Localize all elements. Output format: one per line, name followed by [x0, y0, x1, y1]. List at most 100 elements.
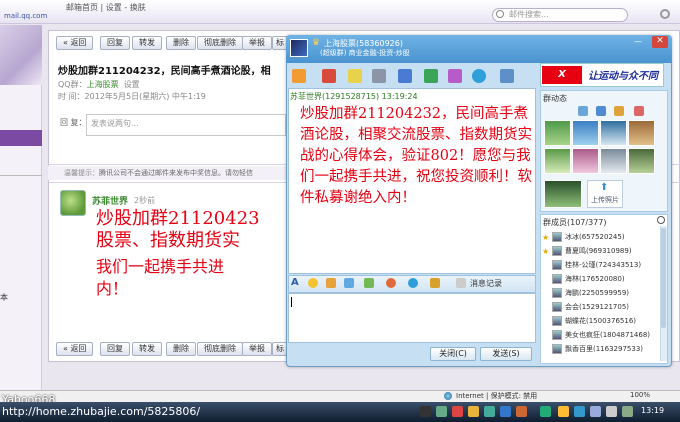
tray-icon[interactable] [500, 406, 511, 417]
list-item[interactable]: 美女也疯狂(1804871468) [552, 330, 668, 343]
close-icon[interactable]: ✕ [652, 36, 668, 48]
mail-search-input[interactable]: 邮件搜索... [492, 8, 628, 22]
tray-icon[interactable] [540, 406, 551, 417]
avatar[interactable] [60, 190, 86, 216]
forward-button[interactable]: 转发 [132, 36, 162, 50]
qq-tray-icon[interactable] [558, 406, 569, 417]
overlay-url: http://home.zhubajie.com/5825806/ [2, 405, 201, 418]
mail-body-line: 我们一起携手共进 [96, 257, 225, 276]
music-share-icon[interactable] [386, 278, 396, 288]
tray-icon[interactable] [436, 406, 447, 417]
message-history-button[interactable]: 消息记录 [470, 278, 502, 289]
report-button[interactable]: 举报 [242, 36, 272, 50]
minimize-icon[interactable]: — [634, 37, 644, 46]
mail-time-row: 时 间：2012年5月5日(星期六) 中午1:19 [58, 91, 206, 102]
chat-input[interactable] [288, 293, 536, 343]
message-sender[interactable]: 苏菲世界 [92, 194, 128, 207]
photo-thumbnail[interactable] [600, 120, 627, 146]
image-icon[interactable] [364, 278, 374, 288]
avatar [552, 288, 562, 298]
photo-thumbnail[interactable] [600, 148, 627, 174]
delete-forever-button[interactable]: 彻底删除 [197, 342, 243, 356]
avatar [552, 232, 562, 242]
report-button[interactable]: 举报 [242, 342, 272, 356]
list-icon[interactable] [578, 106, 588, 116]
sender-settings-link[interactable]: 设置 [124, 80, 140, 89]
mail-top-links[interactable]: 邮箱首页 | 设置 - 换肤 [66, 2, 146, 13]
upload-arrow-icon: ⬆ [600, 182, 609, 193]
back-button[interactable]: « 返回 [56, 342, 94, 356]
network-icon[interactable] [590, 406, 601, 417]
qq-s-icon[interactable] [472, 69, 486, 83]
photo-thumbnail[interactable] [572, 120, 599, 146]
share-icon[interactable] [398, 69, 412, 83]
list-item[interactable]: 冰冰(657520245) [552, 232, 668, 245]
gift-icon[interactable] [430, 278, 440, 288]
reply-button[interactable]: 回复 [100, 36, 130, 50]
list-item[interactable]: 曹夏鸣(969310989) [552, 246, 668, 259]
gear-icon[interactable] [660, 9, 670, 19]
photo-thumbnail[interactable] [628, 148, 655, 174]
list-item[interactable]: 蝴蝶花(1500376516) [552, 316, 668, 329]
photo-thumbnail[interactable] [572, 148, 599, 174]
tray-icon[interactable] [468, 406, 479, 417]
search-icon[interactable] [657, 216, 665, 224]
photo-thumbnail[interactable] [544, 148, 571, 174]
app-icon[interactable] [424, 69, 438, 83]
list-item[interactable]: 会会(1529121705) [552, 302, 668, 315]
quick-reply-input[interactable]: 发表说两句... [86, 114, 286, 136]
list-item[interactable]: 海鹏(2250599959) [552, 288, 668, 301]
security-zone[interactable]: Internet | 保护模式: 禁用 [456, 391, 537, 401]
warning-text: 腾讯公司不会通过邮件来发布中奖信息。请勿轻信 [99, 169, 253, 177]
avatar [552, 344, 562, 354]
scrollbar-thumb[interactable] [661, 228, 666, 328]
volume-icon[interactable] [606, 406, 617, 417]
reply-button[interactable]: 回复 [100, 342, 130, 356]
arrow-icon[interactable] [420, 406, 431, 417]
magic-icon[interactable] [326, 278, 336, 288]
clock[interactable]: 13:19 [641, 406, 664, 415]
admin-star-icon: ★ [542, 247, 550, 256]
more-icon[interactable] [500, 69, 514, 83]
photo-thumbnail[interactable] [544, 180, 582, 208]
list-item[interactable]: 海林(176520080) [552, 274, 668, 287]
message-time: 2秒前 [134, 196, 156, 205]
more-icon[interactable] [456, 278, 466, 288]
gift-icon[interactable] [322, 69, 336, 83]
files-icon[interactable] [348, 69, 362, 83]
board-icon[interactable] [372, 69, 386, 83]
list-item[interactable]: 飘香百里(1163297533) [552, 344, 668, 357]
close-button[interactable]: 关闭(C) [430, 347, 476, 361]
delete-forever-button[interactable]: 彻底删除 [197, 36, 243, 50]
emoji-icon[interactable] [308, 278, 318, 288]
tray-icon[interactable] [484, 406, 495, 417]
music-icon[interactable] [448, 69, 462, 83]
tray-icon[interactable] [452, 406, 463, 417]
settings-icon[interactable] [634, 106, 644, 116]
album-icon[interactable] [596, 106, 606, 116]
group-avatar[interactable] [290, 39, 308, 57]
delete-button[interactable]: 删除 [166, 36, 196, 50]
font-icon[interactable]: A [291, 277, 299, 288]
member-name: 桂林-公瑾(724343513) [565, 261, 642, 269]
zoom-level[interactable]: 100% [630, 391, 650, 399]
tray-icon[interactable] [622, 406, 633, 417]
list-item[interactable]: 桂林-公瑾(724343513) [552, 260, 668, 273]
file-icon[interactable] [614, 106, 624, 116]
left-selected-folder[interactable] [0, 130, 42, 146]
member-name: 海林(176520080) [565, 275, 625, 283]
tray-icon[interactable] [516, 406, 527, 417]
delete-button[interactable]: 删除 [166, 342, 196, 356]
mail-body-line: 股票、指数期货实 [96, 230, 240, 251]
forward-button[interactable]: 转发 [132, 342, 162, 356]
left-folder-text: 本 [0, 293, 8, 302]
photo-thumbnail[interactable] [628, 120, 655, 146]
qq-s-icon[interactable] [408, 278, 418, 288]
home-icon[interactable] [292, 69, 306, 83]
photo-thumbnail[interactable] [544, 120, 571, 146]
send-button[interactable]: 发送(S) [480, 347, 532, 361]
back-button[interactable]: « 返回 [56, 36, 94, 50]
tray-icon[interactable] [574, 406, 585, 417]
screenshot-icon[interactable] [344, 278, 354, 288]
sender-name[interactable]: 上海股票 [87, 80, 119, 89]
